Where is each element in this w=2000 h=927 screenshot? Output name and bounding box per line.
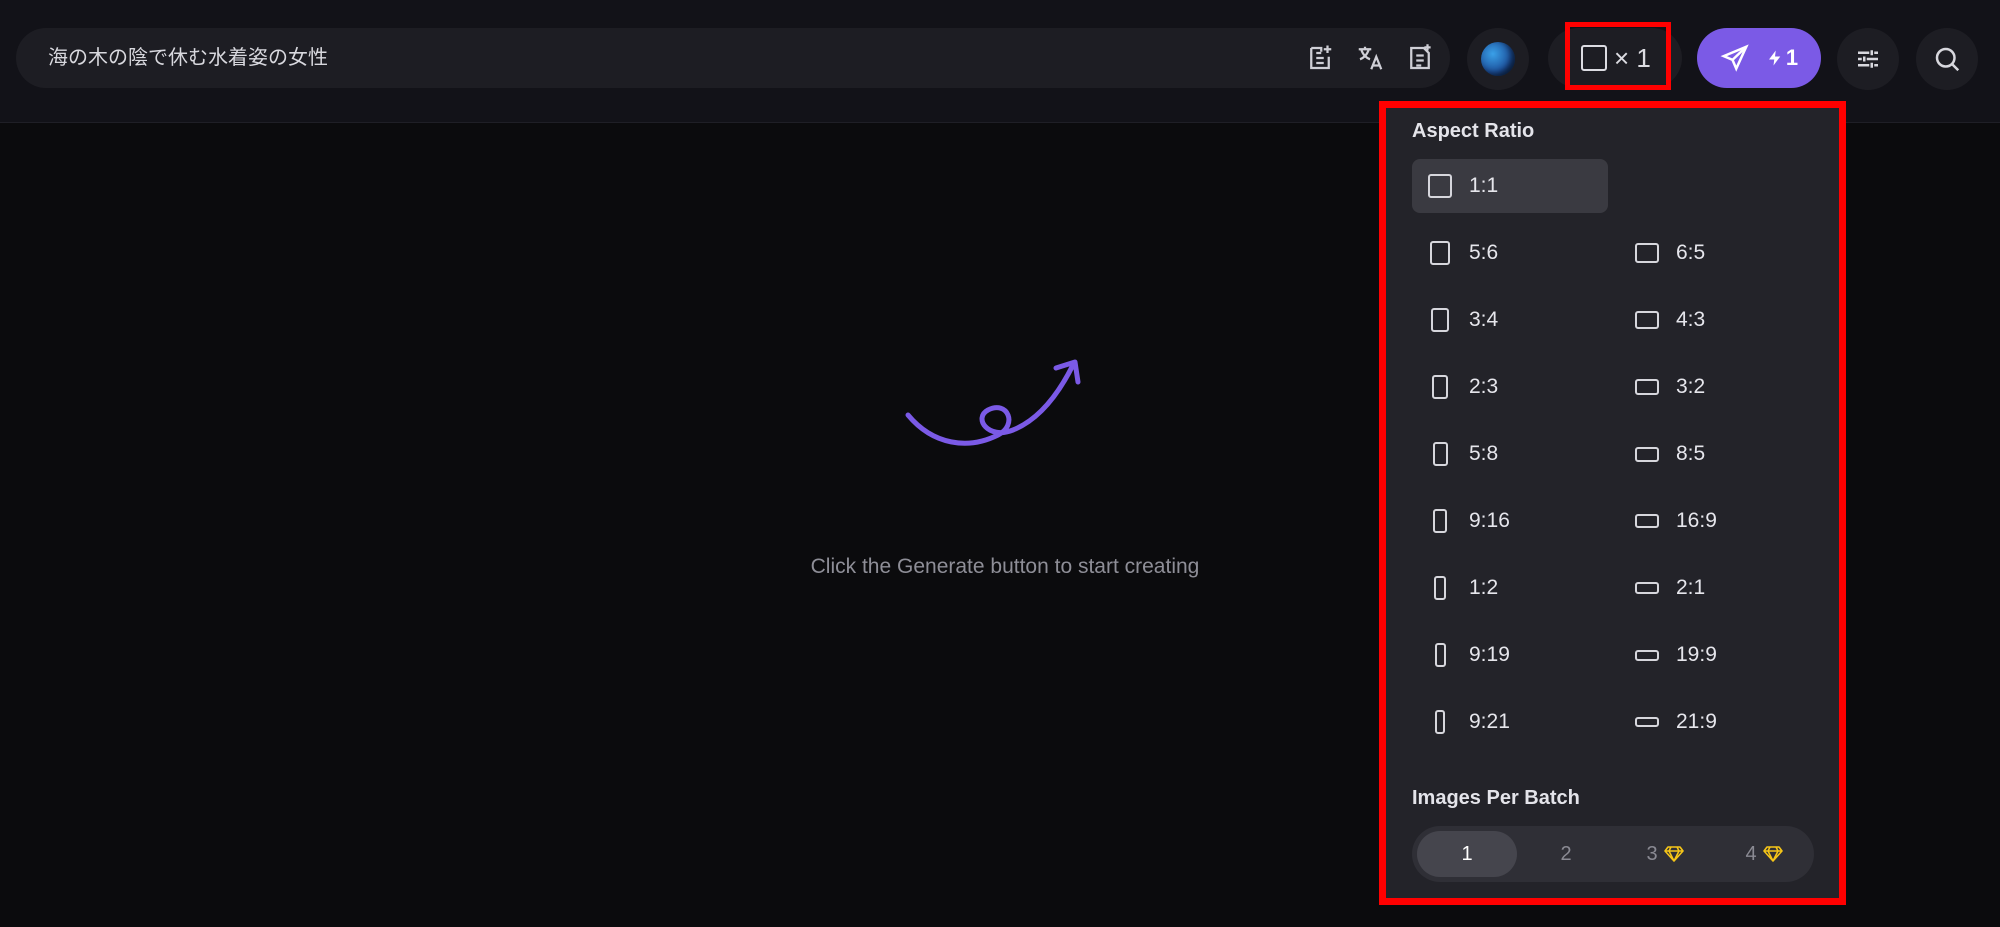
aspect-ratio-panel-highlight	[1379, 101, 1846, 905]
canvas-area	[0, 124, 1380, 927]
prompt-enhance-icon[interactable]	[1402, 40, 1438, 76]
add-image-icon[interactable]	[1302, 40, 1338, 76]
prompt-input[interactable]: 海の木の陰で休む水着姿の女性	[48, 28, 328, 88]
search-button[interactable]	[1916, 28, 1978, 90]
translate-icon[interactable]	[1352, 40, 1388, 76]
generate-button[interactable]: 1	[1697, 28, 1821, 88]
settings-button[interactable]	[1837, 28, 1899, 90]
aspect-ratio-button-highlight	[1565, 22, 1671, 90]
generate-cost-value: 1	[1785, 45, 1799, 70]
prompt-input-box[interactable]: 海の木の陰で休む水着姿の女性	[16, 28, 1450, 88]
search-icon	[1935, 47, 1960, 72]
sliders-icon	[1858, 50, 1878, 68]
send-icon	[1720, 44, 1749, 72]
generate-cost: 1	[1766, 45, 1798, 71]
model-select-button[interactable]	[1467, 28, 1529, 90]
model-globe-icon	[1481, 42, 1515, 76]
swirl-arrow-icon	[905, 359, 1081, 446]
lightning-icon	[1768, 50, 1781, 66]
